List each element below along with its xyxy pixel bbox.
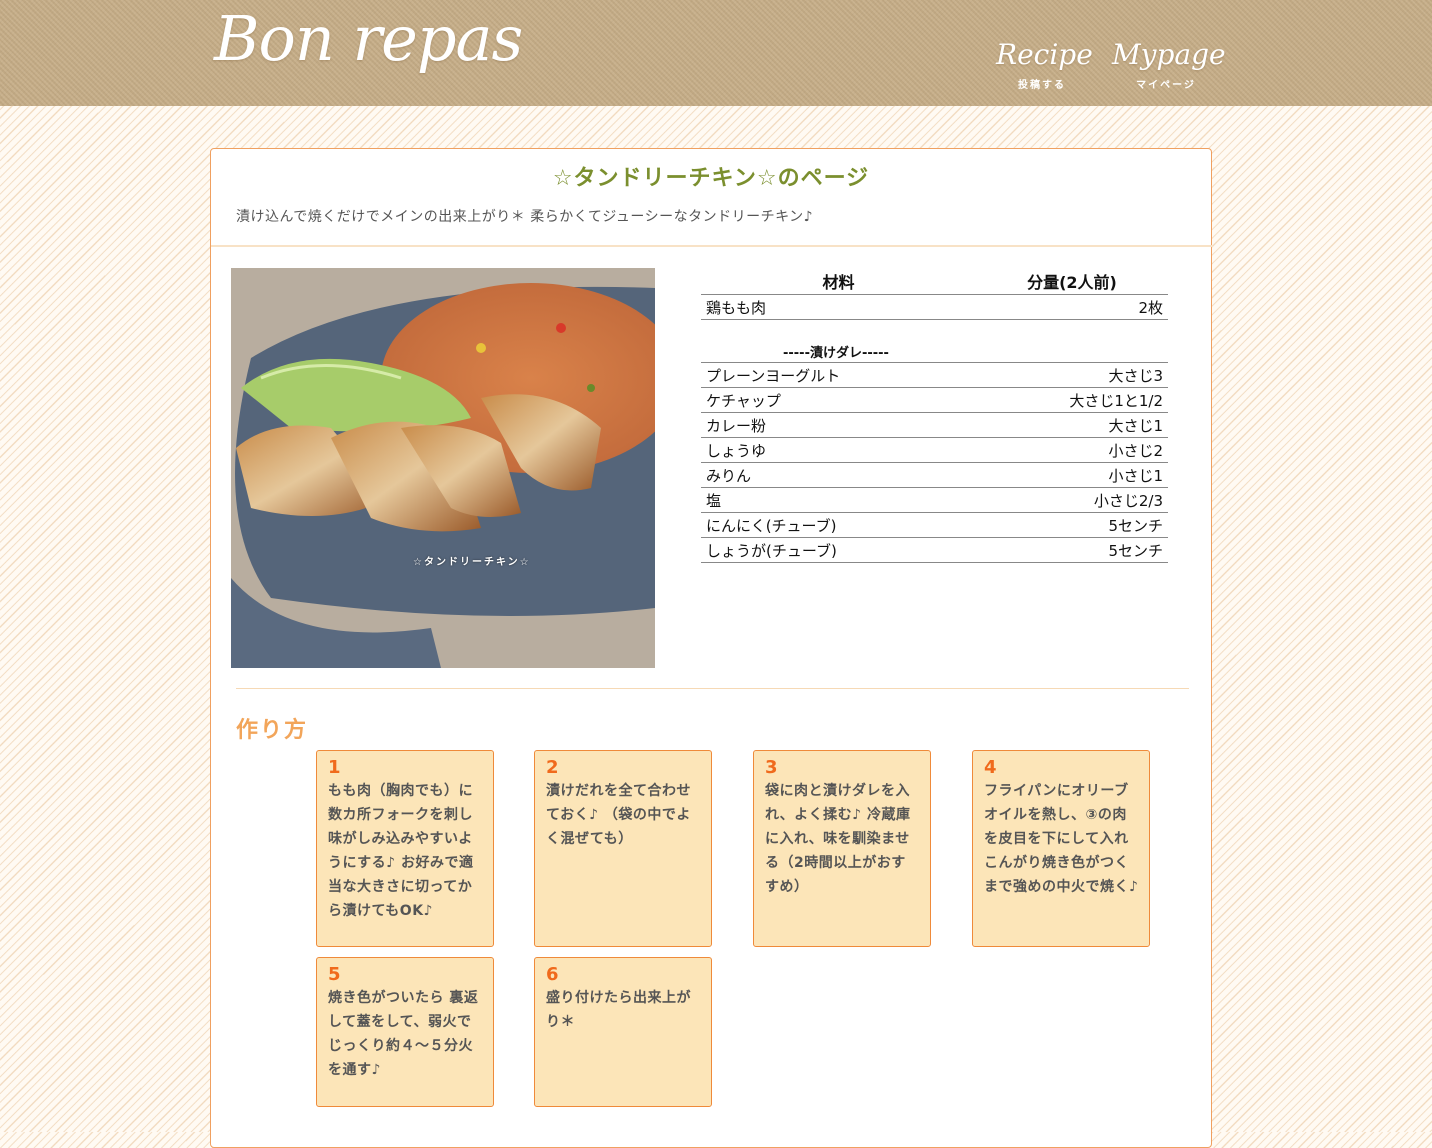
photo-caption: ☆タンドリーチキン☆	[413, 557, 531, 568]
step-card-2[interactable]: 2 漬けだれを全て合わせておく♪ （袋の中でよく混ぜても）	[534, 750, 712, 947]
step-card-3[interactable]: 3 袋に肉と漬けダレを入れ、よく揉む♪ 冷蔵庫に入れ、味を馴染ませる（2時間以上…	[753, 750, 931, 947]
ingredient-name: プレーンヨーグルト	[701, 362, 976, 388]
ingredients-header-amount: 分量(2人前)	[976, 268, 1168, 295]
step-text: 袋に肉と漬けダレを入れ、よく揉む♪ 冷蔵庫に入れ、味を馴染ませる（2時間以上がお…	[765, 783, 911, 895]
divider	[211, 245, 1213, 247]
step-text: 焼き色がついたら 裏返して蓋をして、弱火でじっくり約４～５分火を通す♪	[328, 990, 479, 1078]
recipe-title: ☆タンドリーチキン☆のページ	[552, 166, 870, 191]
table-row: しょうゆ 小さじ2	[701, 437, 1168, 463]
divider	[236, 688, 1189, 689]
ingredient-amount: 大さじ1と1/2	[976, 387, 1168, 413]
nav-mypage-link[interactable]: Mypage マイページ	[1112, 38, 1226, 91]
step-text: もも肉（胸肉でも）に数カ所フォークを刺し味がしみ込みやすいようにする♪ お好みで…	[328, 783, 474, 919]
step-card-5[interactable]: 5 焼き色がついたら 裏返して蓋をして、弱火でじっくり約４～５分火を通す♪	[316, 957, 494, 1107]
table-row: にんにく(チューブ) 5センチ	[701, 512, 1168, 538]
step-number: 3	[765, 757, 778, 778]
nav-mypage-sublabel: マイページ	[1136, 80, 1196, 91]
nav-recipe-label: Recipe	[996, 38, 1093, 71]
step-number: 1	[328, 757, 341, 778]
step-text: 盛り付けたら出来上がり＊	[546, 990, 691, 1030]
instructions-title: 作り方	[236, 718, 309, 743]
ingredients-table: 材料 分量(2人前) 鶏もも肉 2枚 -----漬けダレ----- プレーンヨー…	[701, 268, 1168, 563]
step-number: 6	[546, 964, 559, 985]
ingredient-amount: 5センチ	[976, 512, 1168, 538]
ingredient-name: しょうが(チューブ)	[701, 537, 976, 563]
step-number: 5	[328, 964, 341, 985]
ingredients-header-row: 材料 分量(2人前)	[701, 268, 1168, 295]
recipe-description: 漬け込んで焼くだけでメインの出来上がり＊ 柔らかくてジューシーなタンドリーチキン…	[236, 209, 814, 225]
ingredient-amount: 小さじ2/3	[976, 487, 1168, 513]
step-text: 漬けだれを全て合わせておく♪ （袋の中でよく混ぜても）	[546, 783, 691, 847]
table-row: 鶏もも肉 2枚	[701, 294, 1168, 320]
ingredient-name: ケチャップ	[701, 387, 976, 413]
nav-mypage-label: Mypage	[1112, 38, 1226, 71]
nav-recipe-sublabel: 投稿する	[1018, 80, 1066, 91]
ingredient-name: みりん	[701, 462, 976, 488]
step-card-6[interactable]: 6 盛り付けたら出来上がり＊	[534, 957, 712, 1107]
step-card-1[interactable]: 1 もも肉（胸肉でも）に数カ所フォークを刺し味がしみ込みやすいようにする♪ お好…	[316, 750, 494, 947]
step-number: 2	[546, 757, 559, 778]
recipe-photo	[231, 268, 655, 668]
table-section-row: -----漬けダレ-----	[701, 340, 1168, 363]
ingredient-amount: 小さじ2	[976, 437, 1168, 463]
step-number: 4	[984, 757, 997, 778]
ingredient-amount: 大さじ1	[976, 412, 1168, 438]
section-label: -----漬けダレ-----	[701, 340, 1168, 363]
ingredient-name: 塩	[701, 487, 976, 513]
table-row: みりん 小さじ1	[701, 462, 1168, 488]
ingredient-name: にんにく(チューブ)	[701, 512, 976, 538]
table-row: ケチャップ 大さじ1と1/2	[701, 387, 1168, 413]
table-row: カレー粉 大さじ1	[701, 412, 1168, 438]
ingredient-amount: 小さじ1	[976, 462, 1168, 488]
step-text: フライパンにオリーブオイルを熱し、③の肉を皮目を下にして入れこんがり焼き色がつく…	[984, 783, 1139, 895]
table-row: 塩 小さじ2/3	[701, 487, 1168, 513]
tandoori-chicken-image	[231, 268, 655, 668]
table-row: しょうが(チューブ) 5センチ	[701, 537, 1168, 563]
ingredient-amount: 5センチ	[976, 537, 1168, 563]
table-row: プレーンヨーグルト 大さじ3	[701, 362, 1168, 388]
ingredients-header-name: 材料	[701, 268, 976, 295]
site-logo[interactable]: Bon repas	[214, 2, 523, 75]
ingredient-name: しょうゆ	[701, 437, 976, 463]
nav-recipe-link[interactable]: Recipe 投稿する	[996, 38, 1093, 91]
ingredient-amount: 大さじ3	[976, 362, 1168, 388]
table-spacer	[701, 320, 1168, 341]
ingredient-amount: 2枚	[976, 294, 1168, 320]
ingredient-name: カレー粉	[701, 412, 976, 438]
step-card-4[interactable]: 4 フライパンにオリーブオイルを熱し、③の肉を皮目を下にして入れこんがり焼き色が…	[972, 750, 1150, 947]
ingredient-name: 鶏もも肉	[701, 294, 976, 320]
